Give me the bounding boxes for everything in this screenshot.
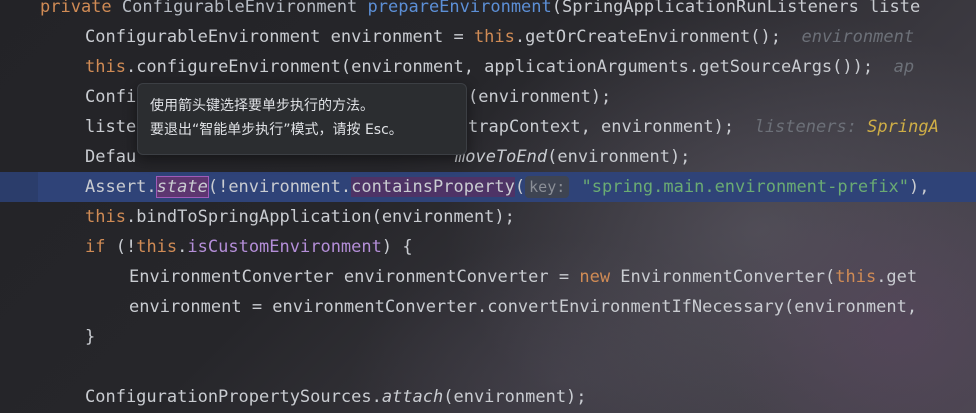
code-text: .bindToSpringApplication(environment); <box>125 207 515 227</box>
code-line-12[interactable]: } <box>0 322 976 352</box>
code-editor[interactable]: private ConfigurableEnvironment prepareE… <box>0 0 976 413</box>
code-text: EnvironmentConverter( <box>610 267 836 287</box>
inlay-hint-type: SpringA <box>867 117 939 137</box>
method-name: prepareEnvironment <box>367 0 552 17</box>
code-line-3[interactable]: this.configureEnvironment(environment, a… <box>0 52 976 82</box>
string-literal: "spring.main.environment-prefix" <box>571 177 910 197</box>
code-keyword: this <box>136 237 178 257</box>
code-text: Assert. <box>85 177 157 197</box>
code-line-8[interactable]: this.bindToSpringApplication(environment… <box>0 202 976 232</box>
code-text: (environment); <box>468 87 612 107</box>
inlay-hint: environment <box>781 27 915 47</box>
smart-step-into-tooltip: 使用箭头键选择要单步执行的方法。 要退出“智能单步执行”模式，请按 Esc。 <box>137 83 467 155</box>
code-text: } <box>85 327 96 347</box>
code-text: (!environment. <box>207 177 352 197</box>
code-keyword: this <box>473 27 515 47</box>
code-line-9[interactable]: if (!this.isCustomEnvironment) { <box>0 232 976 262</box>
code-text: liste <box>85 117 137 137</box>
code-line-10[interactable]: EnvironmentConverter environmentConverte… <box>0 262 976 292</box>
code-line-2[interactable]: ConfigurableEnvironment environment = th… <box>0 22 976 52</box>
code-keyword: if <box>85 237 106 257</box>
code-static-method: moveToEnd <box>455 147 548 167</box>
code-text: ConfigurableEnvironment environment = <box>85 27 474 47</box>
code-keyword: this <box>85 57 126 77</box>
code-text: ConfigurationPropertySources. <box>85 387 382 407</box>
code-text: (! <box>105 237 137 257</box>
code-static-method: attach <box>381 387 444 407</box>
code-text: (environment); <box>547 147 691 167</box>
code-text: (SpringApplicationRunListeners liste <box>551 0 921 17</box>
code-text: trapContext, environment); <box>468 117 735 137</box>
code-line-11[interactable]: environment = environmentConverter.conve… <box>0 292 976 322</box>
code-keyword: this <box>835 267 877 287</box>
tooltip-line-2: 要退出“智能单步执行”模式，请按 Esc。 <box>150 122 403 138</box>
inlay-hint: listeners: <box>734 117 868 137</box>
code-text: .configureEnvironment(environment, appli… <box>125 57 874 77</box>
code-keyword: this <box>85 207 126 227</box>
code-text: EnvironmentConverter environmentConverte… <box>129 267 580 287</box>
code-text: ) { <box>381 237 413 257</box>
code-text: Confi <box>85 87 137 107</box>
smart-step-target-containsproperty[interactable]: containsProperty <box>351 177 515 197</box>
parameter-hint: key: <box>525 176 570 198</box>
code-text: ), <box>909 177 930 197</box>
smart-step-target-state[interactable]: state <box>155 176 209 198</box>
code-text: .get <box>876 267 918 287</box>
code-text: ( <box>514 177 526 197</box>
code-line-7[interactable]: Assert.state(!environment.containsProper… <box>0 172 976 202</box>
code-text: . <box>177 237 188 257</box>
code-text: environment = environmentConverter.conve… <box>129 297 918 317</box>
code-line-14[interactable]: ConfigurationPropertySources.attach(envi… <box>0 382 976 412</box>
code-line-1[interactable]: private ConfigurableEnvironment prepareE… <box>0 0 976 22</box>
code-text: (environment); <box>443 387 587 407</box>
code-type: ConfigurableEnvironment <box>121 0 368 17</box>
code-field: isCustomEnvironment <box>187 237 382 257</box>
inlay-hint: ap <box>873 57 915 77</box>
code-keyword: private <box>40 0 122 17</box>
tooltip-line-1: 使用箭头键选择要单步执行的方法。 <box>150 98 374 114</box>
code-keyword: new <box>579 267 611 287</box>
code-text: .getOrCreateEnvironment(); <box>514 27 781 47</box>
code-text: Defau <box>85 147 137 167</box>
